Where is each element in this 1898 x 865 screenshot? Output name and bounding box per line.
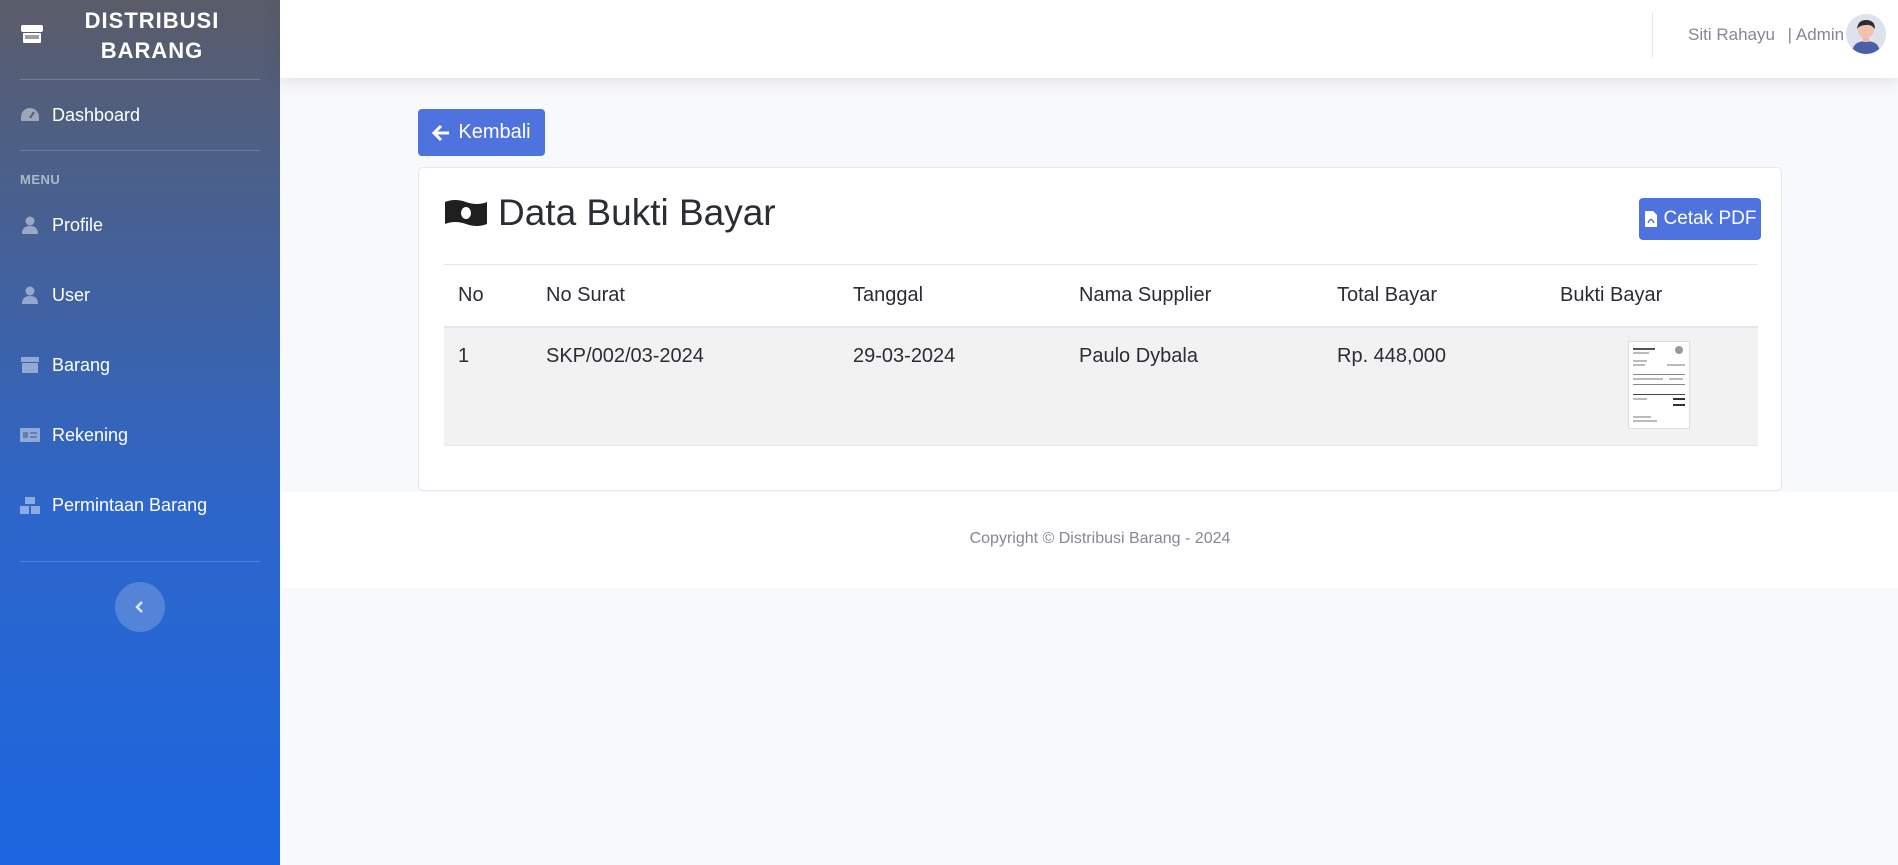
cell-no: 1 bbox=[444, 326, 532, 446]
avatar-image bbox=[1846, 14, 1886, 54]
column-header-total-bayar: Total Bayar bbox=[1323, 264, 1546, 328]
tachometer-icon bbox=[21, 108, 39, 121]
user-icon bbox=[22, 216, 38, 234]
table-row: 1 SKP/002/03-2024 29-03-2024 Paulo Dybal… bbox=[444, 326, 1758, 446]
chevron-left-icon bbox=[135, 601, 143, 613]
user-name: Siti Rahayu bbox=[1688, 25, 1775, 44]
sidebar-item-profile[interactable]: Profile bbox=[0, 205, 280, 245]
sidebar-item-label: Dashboard bbox=[52, 104, 141, 125]
page-title-text: Data Bukti Bayar bbox=[498, 192, 776, 233]
sidebar-item-label: Permintaan Barang bbox=[52, 494, 208, 515]
money-bill-icon bbox=[445, 200, 487, 226]
sidebar-divider bbox=[20, 79, 260, 80]
column-header-no: No bbox=[444, 264, 532, 328]
file-pdf-icon bbox=[1644, 211, 1657, 227]
print-pdf-button[interactable]: Cetak PDF bbox=[1639, 198, 1761, 240]
cell-tanggal: 29-03-2024 bbox=[839, 326, 1065, 446]
sidebar-item-user[interactable]: User bbox=[0, 275, 280, 315]
topbar: Siti Rahayu | Admin bbox=[280, 0, 1898, 78]
sidebar-heading: MENU bbox=[20, 172, 61, 187]
back-button[interactable]: Kembali bbox=[418, 109, 545, 156]
sidebar-item-permintaan-barang[interactable]: Permintaan Barang bbox=[0, 485, 280, 525]
payment-proof-thumbnail[interactable] bbox=[1628, 340, 1690, 429]
data-card: Data Bukti Bayar Cetak PDF No No Surat T… bbox=[418, 167, 1782, 491]
avatar[interactable] bbox=[1846, 14, 1886, 54]
column-header-bukti-bayar: Bukti Bayar bbox=[1546, 264, 1758, 328]
brand[interactable]: DISTRIBUSI BARANG bbox=[0, 0, 280, 78]
sidebar-toggle-button[interactable] bbox=[115, 582, 165, 632]
box-icon bbox=[21, 357, 39, 373]
arrow-left-icon bbox=[432, 124, 450, 141]
footer: Copyright © Distribusi Barang - 2024 bbox=[280, 492, 1898, 588]
store-icon bbox=[21, 25, 43, 43]
payment-table: No No Surat Tanggal Nama Supplier Total … bbox=[444, 264, 1758, 446]
column-header-no-surat: No Surat bbox=[532, 264, 839, 328]
sidebar-divider bbox=[20, 150, 260, 151]
sidebar-item-dashboard[interactable]: Dashboard bbox=[0, 95, 280, 135]
brand-name: DISTRIBUSI BARANG bbox=[84, 8, 220, 63]
cell-supplier: Paulo Dybala bbox=[1065, 326, 1323, 446]
copyright-text: Copyright © Distribusi Barang - 2024 bbox=[969, 530, 1231, 547]
page-title: Data Bukti Bayar bbox=[444, 192, 776, 234]
sidebar-item-label: User bbox=[52, 284, 91, 305]
sidebar-item-label: Barang bbox=[52, 354, 111, 375]
user-icon bbox=[22, 286, 38, 304]
sidebar-item-barang[interactable]: Barang bbox=[0, 345, 280, 385]
id-card-icon bbox=[20, 428, 40, 442]
cell-no-surat: SKP/002/03-2024 bbox=[532, 326, 839, 446]
sidebar-divider bbox=[20, 561, 260, 562]
user-role: | Admin bbox=[1787, 25, 1845, 44]
sidebar-item-label: Rekening bbox=[52, 424, 129, 445]
cell-bukti-bayar bbox=[1546, 326, 1758, 446]
sidebar: DISTRIBUSI BARANG Dashboard MENU Profile… bbox=[0, 0, 280, 865]
sidebar-item-label: Profile bbox=[52, 214, 104, 235]
table-header-row: No No Surat Tanggal Nama Supplier Total … bbox=[444, 264, 1758, 328]
print-pdf-label: Cetak PDF bbox=[1663, 208, 1757, 229]
topbar-divider bbox=[1652, 12, 1653, 58]
back-button-label: Kembali bbox=[458, 121, 531, 143]
boxes-icon bbox=[20, 497, 40, 514]
user-dropdown[interactable]: Siti Rahayu | Admin bbox=[1688, 25, 1844, 45]
column-header-tanggal: Tanggal bbox=[839, 264, 1065, 328]
column-header-nama-supplier: Nama Supplier bbox=[1065, 264, 1323, 328]
sidebar-item-rekening[interactable]: Rekening bbox=[0, 415, 280, 455]
cell-total: Rp. 448,000 bbox=[1323, 326, 1546, 446]
